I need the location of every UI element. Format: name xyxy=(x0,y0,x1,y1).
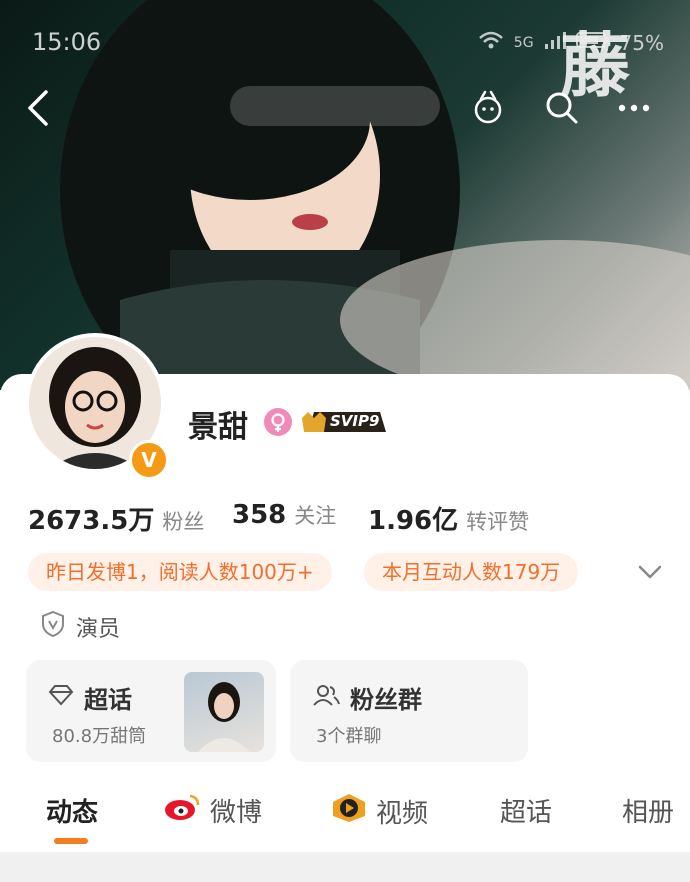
tab-label: 微博 xyxy=(210,798,263,828)
fan-group-title-row: 粉丝群 xyxy=(312,680,422,715)
active-tab-indicator xyxy=(54,838,88,844)
diamond-icon xyxy=(48,684,74,712)
signal-icon xyxy=(544,30,566,55)
tab-label: 相册 xyxy=(622,798,675,828)
people-icon xyxy=(312,683,340,713)
fan-group-card[interactable]: 粉丝群 3个群聊 xyxy=(290,660,528,762)
tab-label: 超话 xyxy=(500,798,553,828)
role-row: 演员 xyxy=(40,610,120,644)
stat-value: 1.96亿 xyxy=(368,506,459,536)
status-icons: 5G 75% xyxy=(478,30,664,55)
tab-dynamic[interactable]: 动态 xyxy=(46,792,98,829)
content-tabs: 动态 微博 视频 超话 相册 xyxy=(0,780,690,852)
battery-icon xyxy=(575,30,610,55)
role-label: 演员 xyxy=(76,617,121,642)
tab-album[interactable]: 相册 xyxy=(622,792,674,829)
video-icon xyxy=(330,792,368,831)
female-gender-icon xyxy=(264,408,292,436)
verified-badge: V xyxy=(129,440,169,480)
tab-label: 动态 xyxy=(46,798,99,828)
profile-name: 景甜 xyxy=(188,410,248,445)
tag-yesterday-posts[interactable]: 昨日发博1，阅读人数100万+ xyxy=(28,553,332,591)
supertopic-thumbnail xyxy=(184,672,264,752)
tab-supertopic[interactable]: 超话 xyxy=(500,792,552,829)
svip-label: SVIP9 xyxy=(330,412,380,430)
stat-interactions[interactable]: 1.96亿 转评赞 xyxy=(368,500,529,537)
stat-value: 358 xyxy=(232,500,287,530)
shield-v-icon xyxy=(40,610,66,644)
stat-label: 关注 xyxy=(294,504,337,528)
weibo-icon xyxy=(164,792,202,829)
more-icon[interactable] xyxy=(614,88,654,128)
status-bar: 15:06 5G 75% xyxy=(0,22,690,62)
stat-label: 转评赞 xyxy=(466,510,530,534)
chevron-down-icon[interactable] xyxy=(636,560,664,584)
fan-group-title: 粉丝群 xyxy=(350,686,422,714)
stat-value: 2673.5万 xyxy=(28,506,155,536)
battery-percent: 75% xyxy=(619,30,664,55)
tab-weibo[interactable]: 微博 xyxy=(164,792,262,829)
status-time: 15:06 xyxy=(32,28,102,56)
top-nav-bar xyxy=(0,80,690,136)
tab-video[interactable]: 视频 xyxy=(330,792,428,831)
supertopic-title: 超话 xyxy=(84,686,132,714)
stat-following[interactable]: 358 关注 xyxy=(232,500,336,530)
sticker-icon[interactable] xyxy=(468,88,508,128)
stat-followers[interactable]: 2673.5万 粉丝 xyxy=(28,500,204,537)
back-icon[interactable] xyxy=(22,88,58,128)
search-icon[interactable] xyxy=(542,88,582,128)
fan-group-subtitle: 3个群聊 xyxy=(316,726,382,747)
search-pill[interactable] xyxy=(230,86,440,126)
stat-label: 粉丝 xyxy=(162,510,205,534)
supertopic-card[interactable]: 超话 80.8万甜筒 xyxy=(26,660,276,762)
network-label: 5G xyxy=(513,34,534,51)
content-area-top xyxy=(0,852,690,882)
tab-label: 视频 xyxy=(376,799,429,829)
tag-monthly-interactions[interactable]: 本月互动人数179万 xyxy=(364,553,579,591)
supertopic-title-row: 超话 xyxy=(48,680,132,715)
wifi-icon xyxy=(478,30,504,55)
supertopic-subtitle: 80.8万甜筒 xyxy=(52,726,147,747)
